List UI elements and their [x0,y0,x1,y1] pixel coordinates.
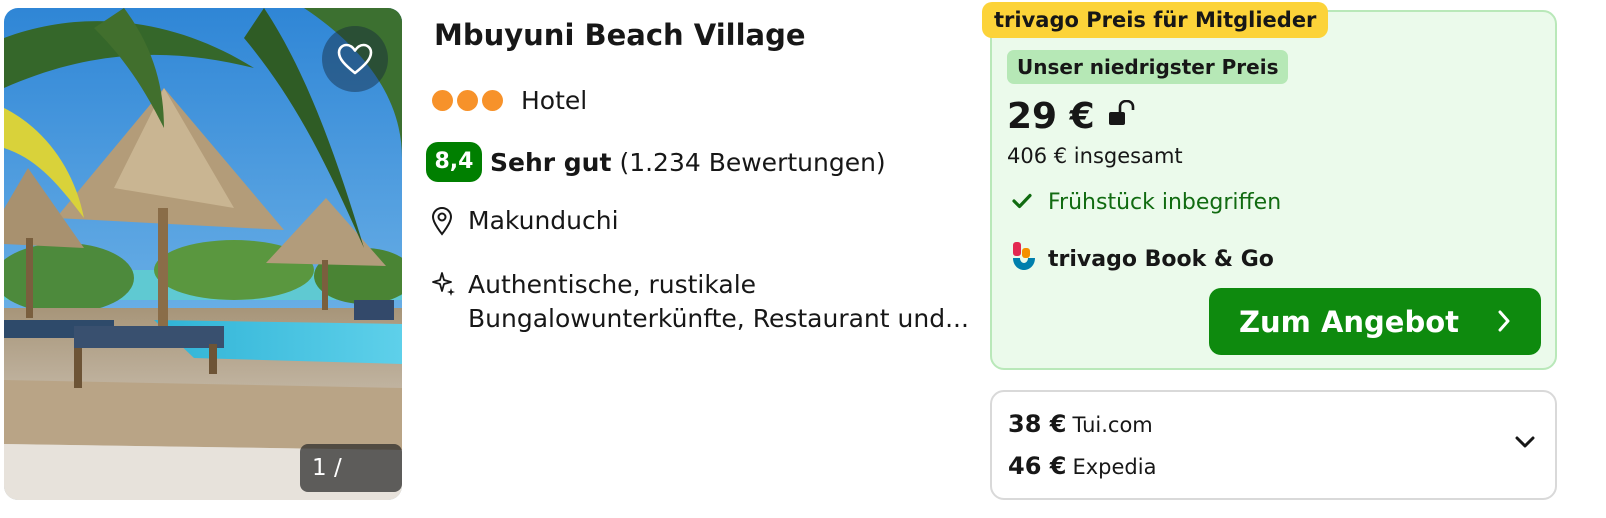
description: Authentische, rustikale Bungalowunterkün… [430,268,969,336]
hotel-photo[interactable]: 1 / 101 [4,8,402,500]
member-price-tag: trivago Preis für Mitglieder [982,2,1329,38]
other-offer-row: 38 € Tui.com [1008,410,1153,438]
rating[interactable]: 8,4 Sehr gut (1.234 Bewertungen) [426,142,886,182]
star-dot [432,90,453,111]
view-deal-button[interactable]: Zum Angebot [1209,288,1541,355]
photo-counter: 1 / 101 [300,444,402,492]
rating-count: (1.234 Bewertungen) [619,147,886,177]
trivago-logo-icon [1010,240,1038,278]
favorite-button[interactable] [322,26,388,92]
breakfast-label: Frühstück inbegriffen [1048,190,1282,215]
description-line: Bungalowunterkünfte, Restaurant und... [468,304,969,333]
rating-label: Sehr gut [490,147,612,177]
offer-provider: trivago Book & Go [1010,240,1274,278]
hotel-name[interactable]: Mbuyuni Beach Village [434,18,806,52]
other-offers-dropdown[interactable]: 38 € Tui.com 46 € Expedia [990,390,1557,500]
other-offer-provider: Tui.com [1072,413,1153,437]
description-line: Authentische, rustikale [468,270,757,299]
other-offer-row: 46 € Expedia [1008,452,1156,480]
provider-name: trivago Book & Go [1048,246,1274,272]
location[interactable]: Makunduchi [430,206,619,242]
total-price: 406 € insgesamt [1007,144,1183,168]
sparkle-icon [430,268,458,307]
price-value: 29 € [1007,96,1095,137]
check-icon [1012,190,1032,215]
other-offer-price: 46 € [1008,452,1067,480]
breakfast-included: Frühstück inbegriffen [1012,190,1281,215]
other-offer-provider: Expedia [1072,455,1157,479]
star-dot [482,90,503,111]
location-name: Makunduchi [468,206,619,235]
hotel-stars: Hotel [432,86,587,115]
lowest-price-tag: Unser niedrigster Preis [1007,50,1289,84]
star-dot [457,90,478,111]
unlock-icon [1107,96,1137,137]
view-deal-label: Zum Angebot [1238,304,1460,339]
hotel-type: Hotel [521,86,588,115]
chevron-right-icon [1497,305,1511,339]
offer-price: 29 € [1007,96,1137,137]
location-pin-icon [430,206,458,242]
chevron-down-icon[interactable] [1515,434,1535,453]
other-offer-price: 38 € [1008,410,1067,438]
heart-icon [337,43,373,75]
rating-score: 8,4 [426,142,482,182]
